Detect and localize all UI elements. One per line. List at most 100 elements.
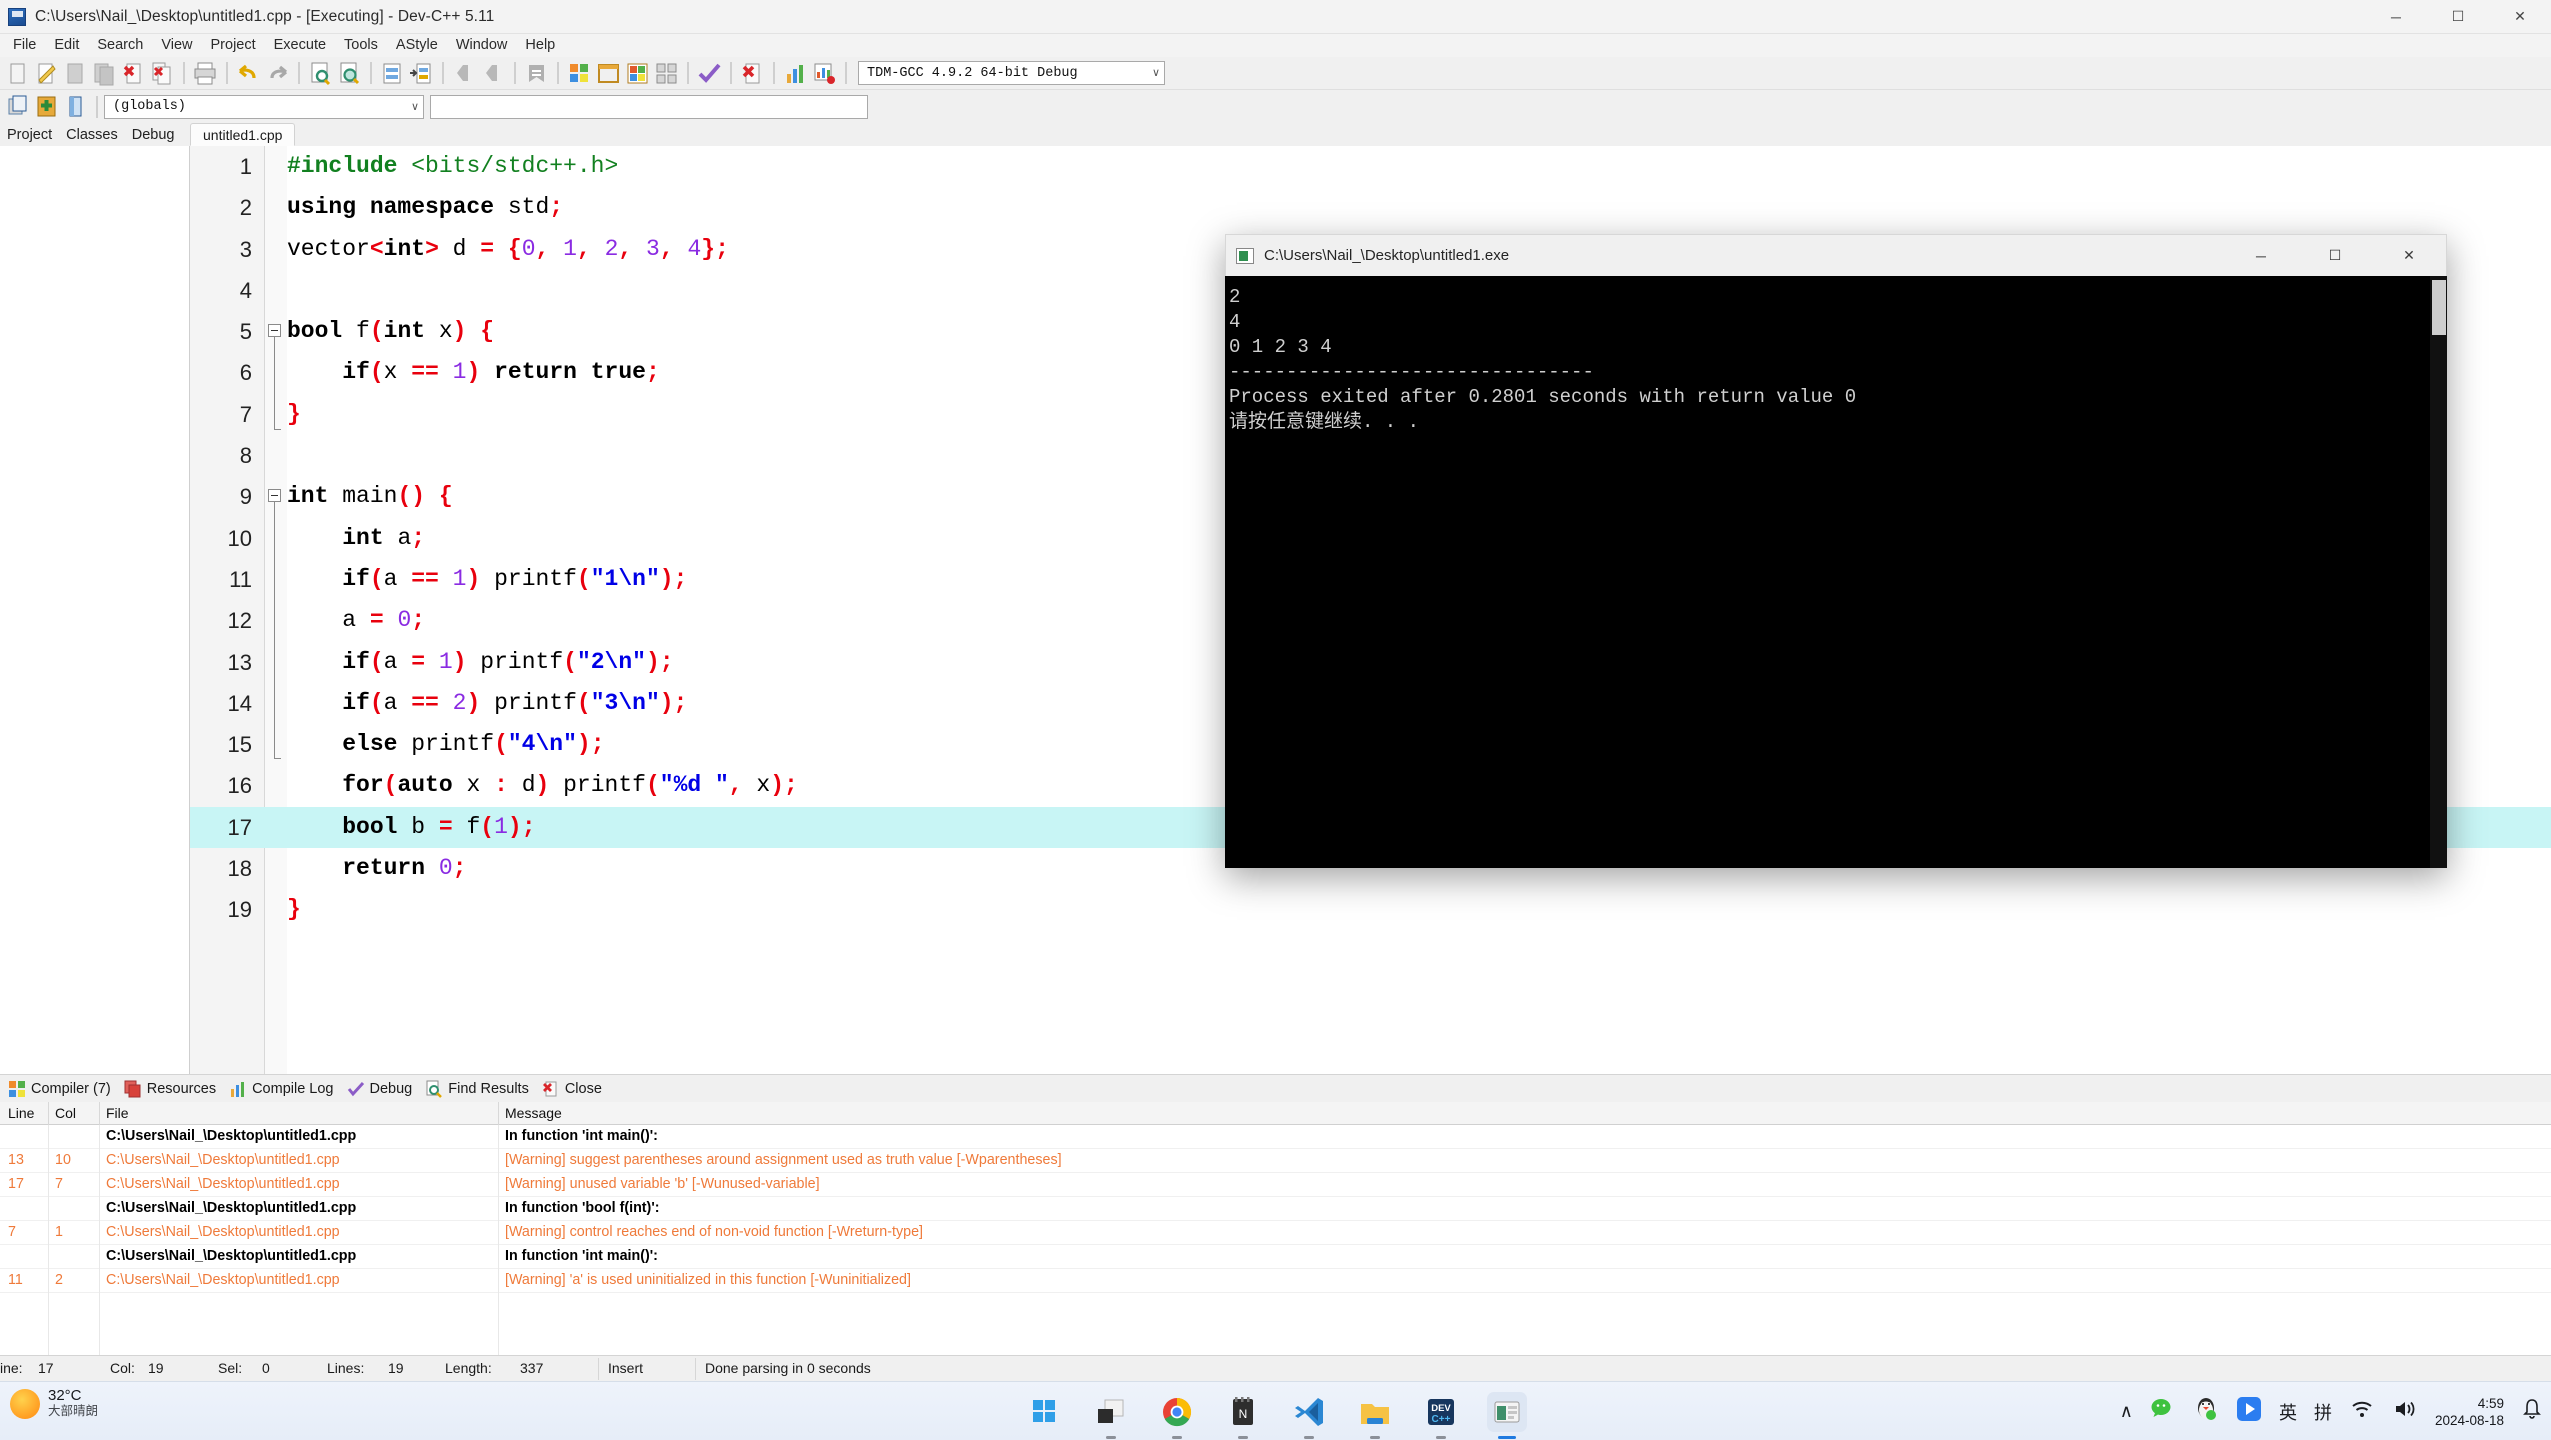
code-line[interactable]: 19} — [190, 889, 2551, 930]
col-header-file[interactable]: File — [106, 1105, 129, 1121]
menu-view[interactable]: View — [152, 35, 201, 56]
maximize-button[interactable]: ☐ — [2427, 0, 2489, 34]
project-tree-panel[interactable] — [0, 146, 190, 1074]
table-row[interactable]: 17 7 C:\Users\Nail_\Desktop\untitled1.cpp [… — [0, 1173, 2551, 1197]
syntax-check-icon[interactable] — [696, 60, 723, 87]
message-table[interactable]: C:\Users\Nail_\Desktop\untitled1.cpp In f… — [0, 1125, 2551, 1355]
tab-project[interactable]: Project — [0, 126, 59, 146]
profile-icon[interactable] — [782, 60, 809, 87]
tab-debug-panel[interactable]: Debug — [343, 1078, 422, 1100]
undo-icon[interactable] — [235, 60, 262, 87]
find-replace-icon[interactable] — [336, 60, 363, 87]
devcpp-window-icon[interactable] — [1486, 1391, 1527, 1439]
console-window[interactable]: C:\Users\Nail_\Desktop\untitled1.exe ─ ☐… — [1225, 234, 2447, 868]
console-minimize-button[interactable]: ─ — [2224, 235, 2298, 277]
table-row[interactable]: 7 1 C:\Users\Nail_\Desktop\untitled1.cpp [W… — [0, 1221, 2551, 1245]
tab-untitled1-cpp[interactable]: untitled1.cpp — [190, 123, 296, 146]
scope-dropdown[interactable]: (globals) ∨ — [104, 94, 424, 119]
console-close-button[interactable]: ✕ — [2372, 235, 2446, 277]
devcpp-icon[interactable]: DEV C++ — [1421, 1392, 1461, 1439]
redo-icon[interactable] — [264, 60, 291, 87]
goto-line-icon[interactable] — [379, 60, 406, 87]
menu-file[interactable]: File — [4, 35, 45, 56]
menu-astyle[interactable]: AStyle — [387, 35, 447, 56]
vscode-icon[interactable] — [1289, 1392, 1329, 1439]
new-project-icon[interactable] — [4, 93, 31, 120]
task-view-button[interactable] — [1091, 1392, 1131, 1439]
compile-run-icon[interactable] — [624, 60, 651, 87]
menu-tools[interactable]: Tools — [335, 35, 387, 56]
tab-classes[interactable]: Classes — [59, 126, 125, 146]
chrome-icon[interactable] — [1157, 1392, 1197, 1439]
code-line[interactable]: 2 using namespace std; — [190, 187, 2551, 228]
header-divider-2[interactable] — [99, 1102, 100, 1125]
media-player-icon[interactable] — [2236, 1396, 2262, 1427]
menu-project[interactable]: Project — [202, 35, 265, 56]
back-icon[interactable] — [451, 60, 478, 87]
compiler-set-dropdown[interactable]: TDM-GCC 4.9.2 64-bit Debug ∨ — [858, 61, 1165, 85]
code-text: if(x == 1) return true; — [342, 359, 660, 386]
menu-help[interactable]: Help — [516, 35, 564, 56]
header-divider-3[interactable] — [498, 1102, 499, 1125]
ime-language-indicator[interactable]: 英 — [2279, 1399, 2297, 1425]
tab-find-results[interactable]: Find Results — [421, 1078, 538, 1100]
notification-bell-icon[interactable] — [2521, 1397, 2543, 1426]
wechat-icon[interactable] — [2150, 1396, 2176, 1427]
line-number: 19 — [227, 897, 252, 923]
menu-search[interactable]: Search — [88, 35, 152, 56]
start-button[interactable] — [1025, 1392, 1065, 1432]
run-icon[interactable] — [595, 60, 622, 87]
add-to-project-icon[interactable] — [33, 93, 60, 120]
wifi-icon[interactable] — [2349, 1398, 2375, 1425]
remove-from-project-icon[interactable] — [62, 93, 89, 120]
table-row[interactable]: C:\Users\Nail_\Desktop\untitled1.cpp In f… — [0, 1197, 2551, 1221]
close-file-icon[interactable] — [120, 60, 147, 87]
menu-execute[interactable]: Execute — [265, 35, 335, 56]
console-output[interactable]: 2 4 0 1 2 3 4 --------------------------… — [1225, 276, 2447, 868]
menu-window[interactable]: Window — [447, 35, 517, 56]
tab-resources[interactable]: Resources — [120, 1078, 225, 1100]
table-row[interactable]: C:\Users\Nail_\Desktop\untitled1.cpp In f… — [0, 1245, 2551, 1269]
table-row[interactable]: 13 10 C:\Users\Nail_\Desktop\untitled1.cpp… — [0, 1149, 2551, 1173]
table-row[interactable]: 11 2 C:\Users\Nail_\Desktop\untitled1.cpp [… — [0, 1269, 2551, 1293]
volume-icon[interactable] — [2392, 1398, 2418, 1425]
ime-mode-indicator[interactable]: 拼 — [2314, 1399, 2332, 1425]
minimize-button[interactable]: ─ — [2365, 0, 2427, 34]
compile-icon[interactable] — [566, 60, 593, 87]
tab-compiler[interactable]: Compiler (7) — [4, 1078, 120, 1100]
col-header-line[interactable]: Line — [8, 1105, 34, 1121]
tab-debug[interactable]: Debug — [125, 126, 182, 146]
symbol-dropdown[interactable] — [430, 94, 868, 119]
tab-close-panel[interactable]: Close — [538, 1078, 611, 1100]
close-all-icon[interactable] — [149, 60, 176, 87]
tab-compile-log[interactable]: Compile Log — [225, 1078, 342, 1100]
console-maximize-button[interactable]: ☐ — [2298, 235, 2372, 277]
toggle-bookmark-icon[interactable] — [523, 60, 550, 87]
stop-execution-icon[interactable] — [739, 60, 766, 87]
forward-icon[interactable] — [480, 60, 507, 87]
goto-function-icon[interactable] — [408, 60, 435, 87]
save-file-icon[interactable] — [62, 60, 89, 87]
rebuild-all-icon[interactable] — [653, 60, 680, 87]
taskbar-clock[interactable]: 4:59 2024-08-18 — [2435, 1395, 2504, 1429]
open-file-icon[interactable] — [33, 60, 60, 87]
notepad-icon[interactable]: N — [1223, 1392, 1263, 1439]
header-divider-1[interactable] — [48, 1102, 49, 1125]
code-line[interactable]: 1 #include <bits/stdc++.h> — [190, 146, 2551, 187]
new-file-icon[interactable] — [4, 60, 31, 87]
cell-file: C:\Users\Nail_\Desktop\untitled1.cpp — [106, 1176, 340, 1192]
save-all-icon[interactable] — [91, 60, 118, 87]
console-scrollbar[interactable] — [2430, 276, 2447, 868]
col-header-message[interactable]: Message — [505, 1105, 562, 1121]
file-explorer-icon[interactable] — [1355, 1392, 1395, 1439]
tray-chevron-up-icon[interactable]: ∧ — [2120, 1401, 2133, 1422]
col-header-col[interactable]: Col — [55, 1105, 76, 1121]
find-icon[interactable] — [307, 60, 334, 87]
qq-icon[interactable] — [2193, 1396, 2219, 1427]
profile-analysis-icon[interactable] — [811, 60, 838, 87]
table-row[interactable]: C:\Users\Nail_\Desktop\untitled1.cpp In f… — [0, 1125, 2551, 1149]
console-scrollbar-thumb[interactable] — [2432, 280, 2446, 335]
close-button[interactable]: ✕ — [2489, 0, 2551, 34]
print-icon[interactable] — [192, 60, 219, 87]
menu-edit[interactable]: Edit — [45, 35, 88, 56]
